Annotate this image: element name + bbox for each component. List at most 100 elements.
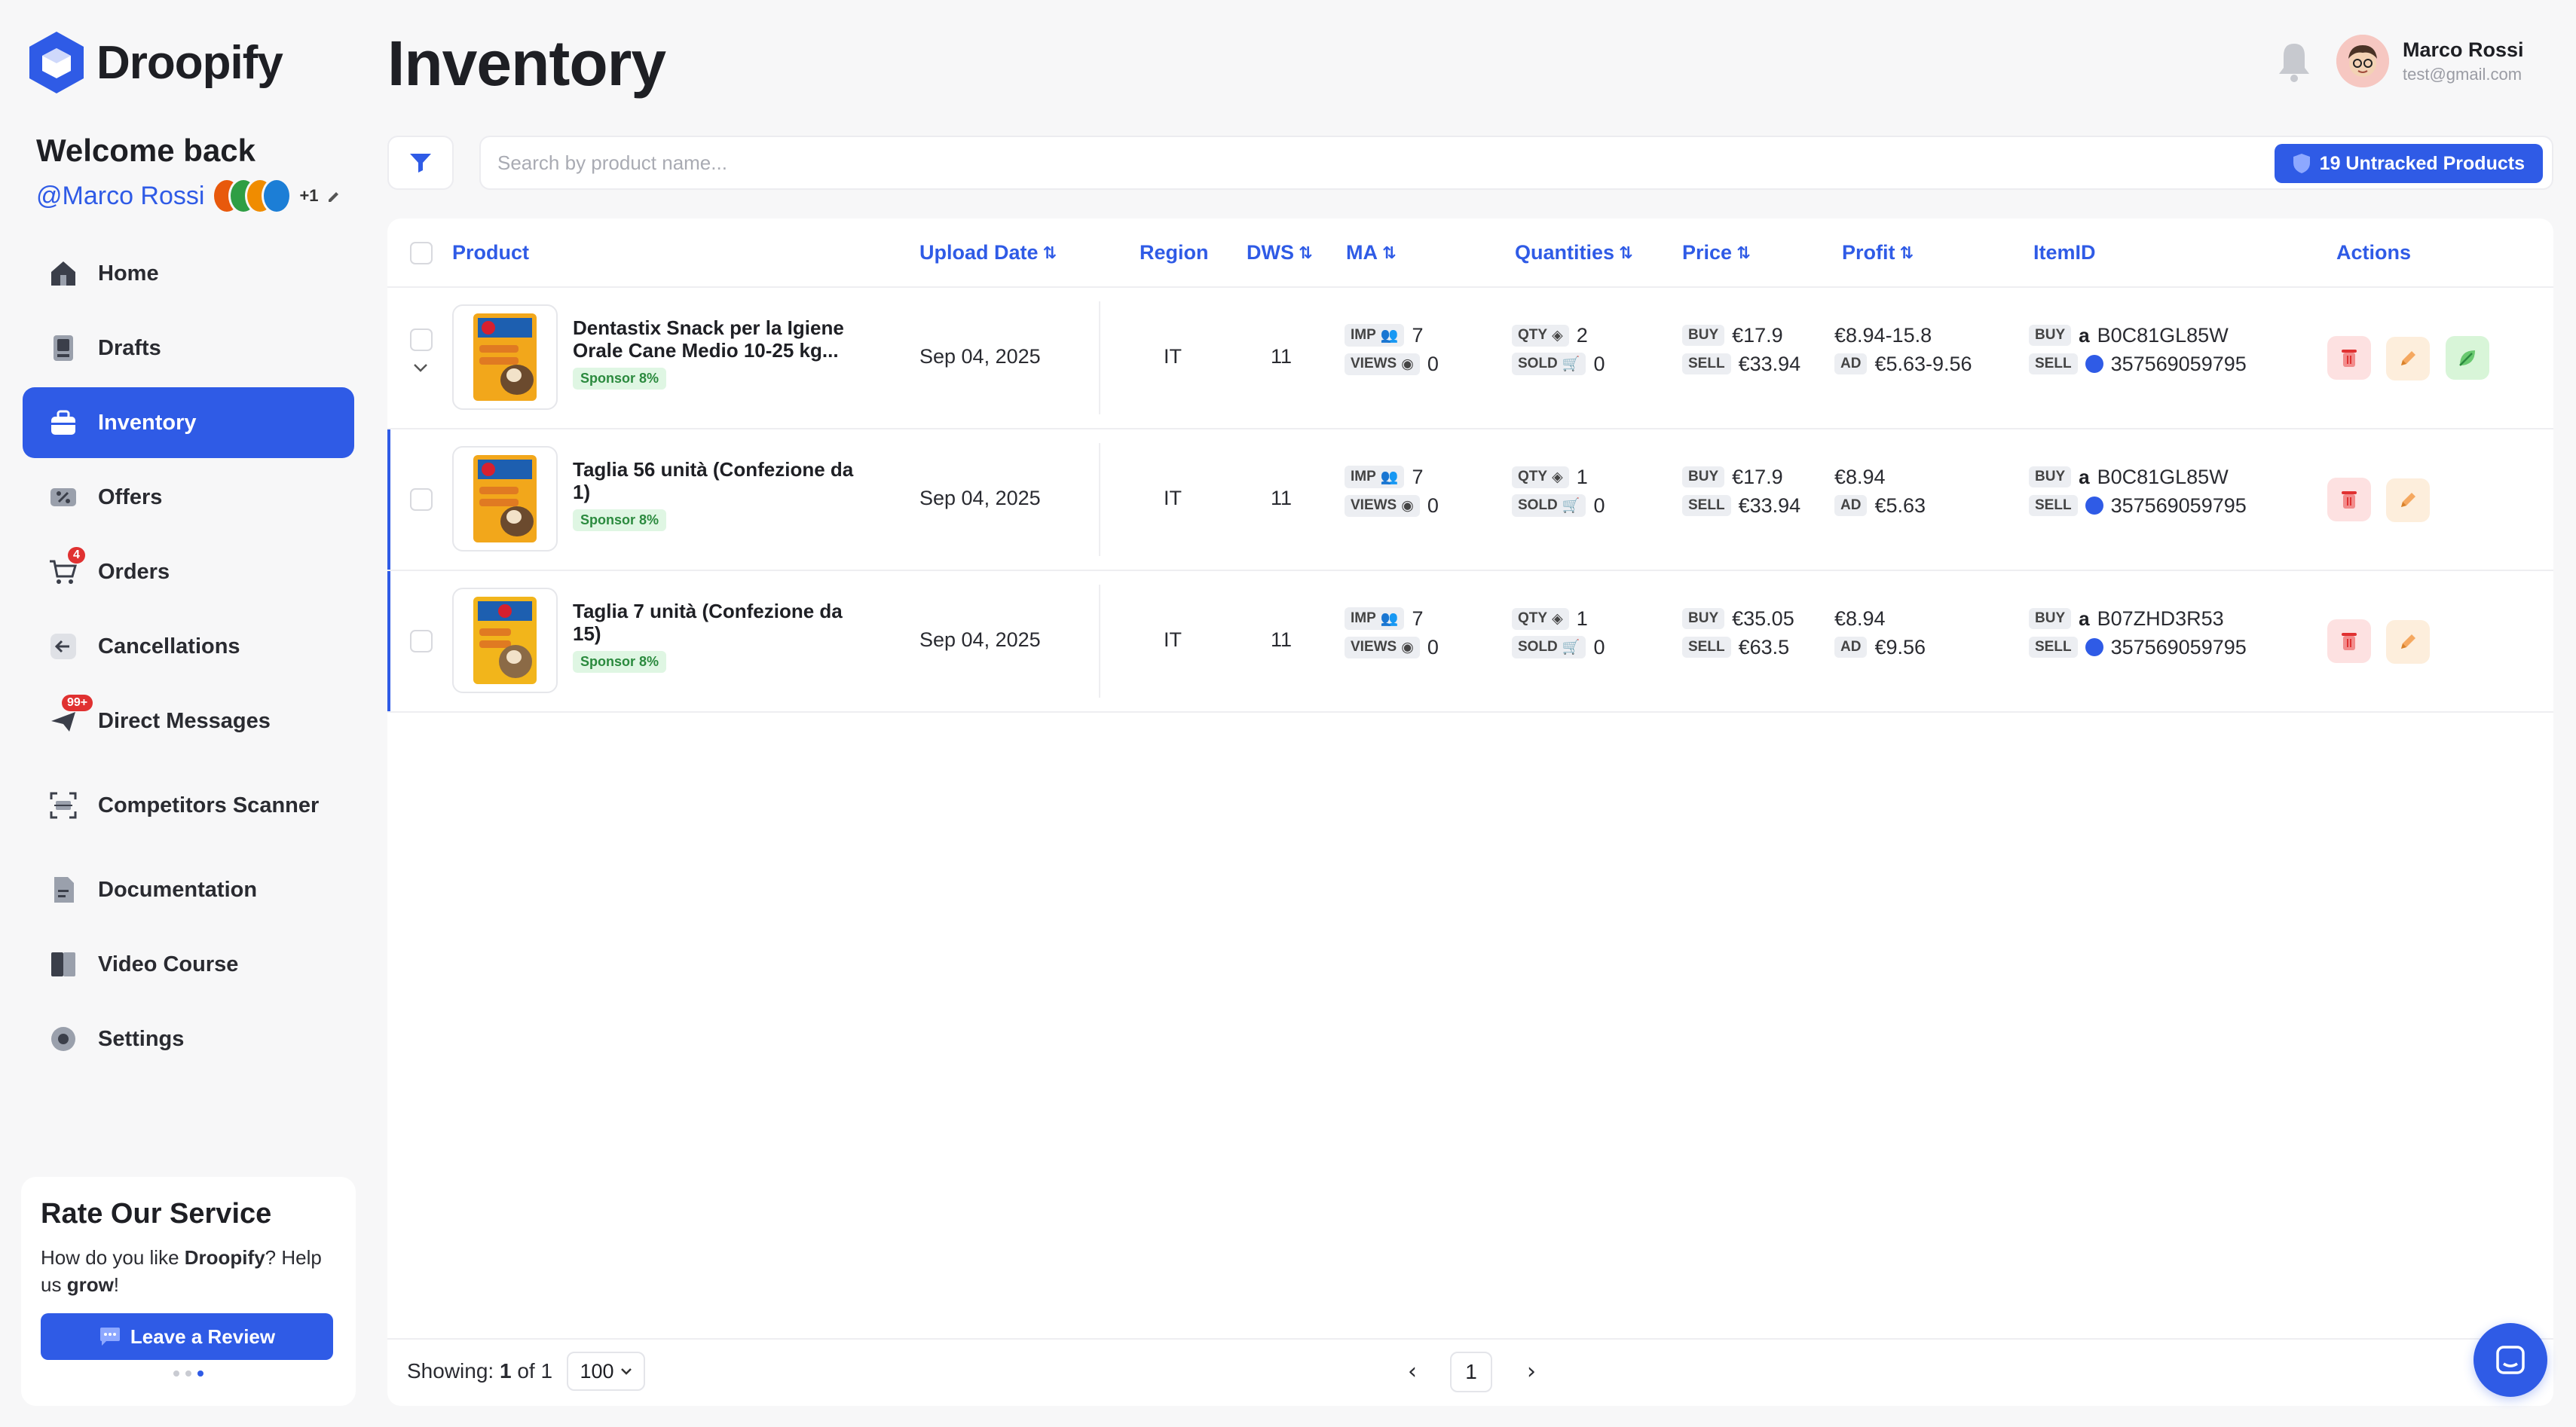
profit-value: €8.94 [1834,607,1886,630]
sidebar-item-settings[interactable]: Settings [23,1004,354,1074]
edit-button[interactable] [2386,337,2431,380]
imp-tag-label: IMP [1351,469,1376,484]
team-avatars[interactable] [212,178,292,214]
filter-icon [410,154,431,173]
carousel-dot[interactable] [173,1370,179,1377]
rate-text: How do you like Droopify? Help us grow! [41,1244,327,1298]
asin-link[interactable]: B0C81GL85W [2097,466,2229,489]
table-row[interactable]: Taglia 56 unità (Confezione da 1) Sponso… [387,429,2553,571]
filter-button[interactable] [387,136,454,190]
carousel-dots[interactable] [41,1370,336,1377]
sidebar-item-offers[interactable]: Offers [23,462,354,533]
impressions-value: 7 [1412,323,1424,347]
product-name[interactable]: Taglia 7 unità (Confezione da 15) [573,600,867,645]
qty-tag-label: QTY [1518,327,1548,343]
row-actions [2327,478,2442,522]
ebay-item-link[interactable]: 357569059795 [2111,494,2247,518]
ebay-item-link[interactable]: 357569059795 [2111,636,2247,659]
product-name[interactable]: Taglia 56 unità (Confezione da 1) [573,458,867,503]
home-icon [47,257,80,290]
views-tag-label: VIEWS [1351,356,1397,371]
brand[interactable]: Droopify [27,30,283,95]
row-checkbox[interactable] [410,630,433,652]
sidebar-item-video-course[interactable]: Video Course [23,929,354,1000]
column-quantities[interactable]: Quantities ⇅ [1515,241,1632,264]
sidebar-item-home[interactable]: Home [23,238,354,309]
column-dws-label: DWS [1247,241,1294,264]
sidebar-item-inventory[interactable]: Inventory [23,387,354,458]
carousel-dot-active[interactable] [197,1370,203,1377]
chat-support-button[interactable] [2474,1323,2547,1397]
welcome-handle[interactable]: @Marco Rossi [36,182,204,211]
product-image[interactable] [452,446,558,552]
row-checkbox[interactable] [410,488,433,511]
imp-tag: IMP 👥 [1345,466,1405,488]
profit-stats: €8.94-15.8 AD €5.63-9.56 [1834,321,1972,378]
next-page-button[interactable]: › [1515,1355,1548,1388]
leaf-icon [2459,350,2475,366]
column-ma[interactable]: MA ⇅ [1346,241,1396,264]
untracked-products-button[interactable]: 19 Untracked Products [2274,144,2543,183]
product-name[interactable]: Dentastix Snack per la Igiene Orale Cane… [573,316,867,362]
column-profit[interactable]: Profit ⇅ [1842,241,1914,264]
user-profile[interactable]: Marco Rossi test@gmail.com [2336,35,2524,87]
sidebar-item-drafts[interactable]: Drafts [23,313,354,383]
sidebar-item-direct-messages[interactable]: 99+ Direct Messages [23,686,354,756]
qty-tag: QTY ◈ [1512,607,1569,630]
chevron-down-icon[interactable] [411,362,430,374]
views-tag: VIEWS ◉ [1345,353,1420,375]
product-image[interactable] [452,304,558,410]
amazon-icon: a [2079,607,2090,630]
sold-value: 0 [1593,352,1605,375]
column-dws[interactable]: DWS ⇅ [1247,241,1312,264]
buy-tag: BUY [1682,466,1725,487]
row-checkbox[interactable] [410,328,433,351]
ad-cost: €9.56 [1874,635,1926,658]
asin-link[interactable]: B0C81GL85W [2097,324,2229,347]
page-number-button[interactable]: 1 [1450,1352,1492,1392]
views-value: 0 [1427,635,1439,658]
delete-button[interactable] [2327,478,2371,521]
amazon-icon: a [2079,323,2090,347]
sold-tag: SOLD 🛒 [1512,494,1586,517]
sidebar-item-documentation[interactable]: Documentation [23,854,354,925]
sidebar-item-cancellations[interactable]: Cancellations [23,611,354,682]
product-image[interactable] [452,588,558,693]
quantity-value: 1 [1576,607,1588,630]
table-row[interactable]: Taglia 7 unità (Confezione da 15) Sponso… [387,571,2553,713]
search-input[interactable] [497,148,2005,178]
gear-icon [47,1022,80,1056]
leave-review-button[interactable]: Leave a Review [41,1313,333,1360]
bell-icon[interactable] [2275,41,2314,83]
edit-button[interactable] [2386,478,2431,522]
table-row[interactable]: Dentastix Snack per la Igiene Orale Cane… [387,288,2553,429]
sidebar-nav: Home Drafts Inventory Offers 4 Orders Ca… [23,238,354,1078]
profit-value: €8.94 [1834,465,1886,488]
upload-date: Sep 04, 2025 [919,487,1041,509]
sidebar-item-label: Offers [98,484,163,509]
welcome-title: Welcome back [36,133,256,168]
ebay-item-link[interactable]: 357569059795 [2111,353,2247,376]
delete-button[interactable] [2327,619,2371,663]
prev-page-button[interactable]: ‹ [1396,1355,1429,1388]
avatar [262,178,292,214]
select-all-checkbox[interactable] [410,242,433,264]
delete-button[interactable] [2327,336,2371,380]
rate-text-brand: Droopify [184,1246,265,1269]
per-page-select[interactable]: 100 [567,1352,645,1391]
chevron-down-icon [620,1368,632,1375]
edit-button[interactable] [2386,620,2431,664]
track-button[interactable] [2445,336,2489,380]
sidebar-item-label: Cancellations [98,634,240,658]
quantity-value: 1 [1576,465,1588,488]
column-itemid: ItemID [2033,241,2096,264]
column-price[interactable]: Price ⇅ [1682,241,1751,264]
sidebar-item-competitors-scanner[interactable]: Competitors Scanner [23,770,354,841]
carousel-dot[interactable] [185,1370,191,1377]
column-upload-date[interactable]: Upload Date ⇅ [919,241,1057,264]
edit-pencil-icon[interactable] [326,188,341,203]
trash-icon [2342,491,2357,509]
region: IT [1164,487,1182,509]
asin-link[interactable]: B07ZHD3R53 [2097,607,2224,631]
sidebar-item-orders[interactable]: 4 Orders [23,536,354,607]
